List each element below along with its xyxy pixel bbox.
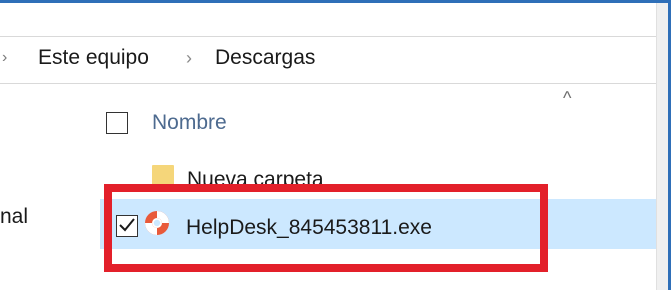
breadcrumb-separator-icon[interactable]: › — [186, 48, 192, 69]
chevron-left-icon: › — [2, 49, 8, 66]
address-bar[interactable]: › Este equipo › Descargas — [0, 36, 656, 84]
nav-pane-item-label[interactable]: nal — [0, 205, 28, 229]
breadcrumb-este-equipo[interactable]: Este equipo — [38, 46, 149, 70]
breadcrumb-descargas[interactable]: Descargas — [215, 46, 315, 70]
highlight-annotation-box — [104, 184, 548, 272]
column-header-nombre[interactable]: Nombre — [152, 111, 227, 135]
select-all-checkbox[interactable] — [106, 112, 128, 134]
sort-ascending-icon: ^ — [563, 88, 572, 108]
scrollbar[interactable] — [656, 3, 668, 290]
